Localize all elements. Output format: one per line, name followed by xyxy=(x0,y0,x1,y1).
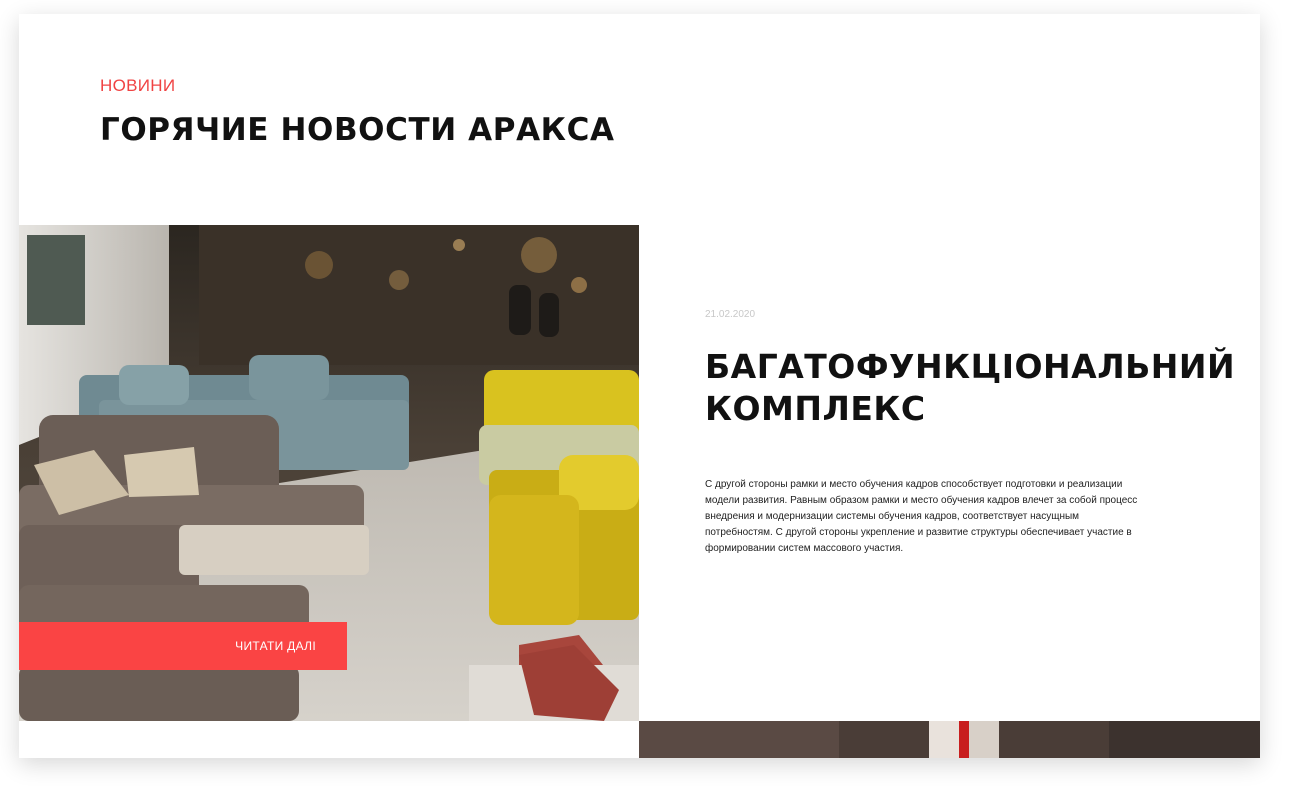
article-date: 21.02.2020 xyxy=(705,309,756,320)
section-title: ГОРЯЧИЕ НОВОСТИ АРАКСА xyxy=(100,112,615,148)
news-section: НОВИНИ ГОРЯЧИЕ НОВОСТИ АРАКСА ЧИТАТИ ДАЛ… xyxy=(19,14,1260,758)
next-article-photo[interactable] xyxy=(639,721,1260,758)
article-body: С другой стороны рамки и место обучения … xyxy=(705,479,1138,554)
next-article-image xyxy=(639,721,1260,758)
read-more-button[interactable]: ЧИТАТИ ДАЛІ xyxy=(19,622,347,670)
section-eyebrow: НОВИНИ xyxy=(100,76,176,95)
article-title[interactable]: БАГАТОФУНКЦІОНАЛЬНИЙ КОМПЛЕКС xyxy=(705,346,1235,430)
